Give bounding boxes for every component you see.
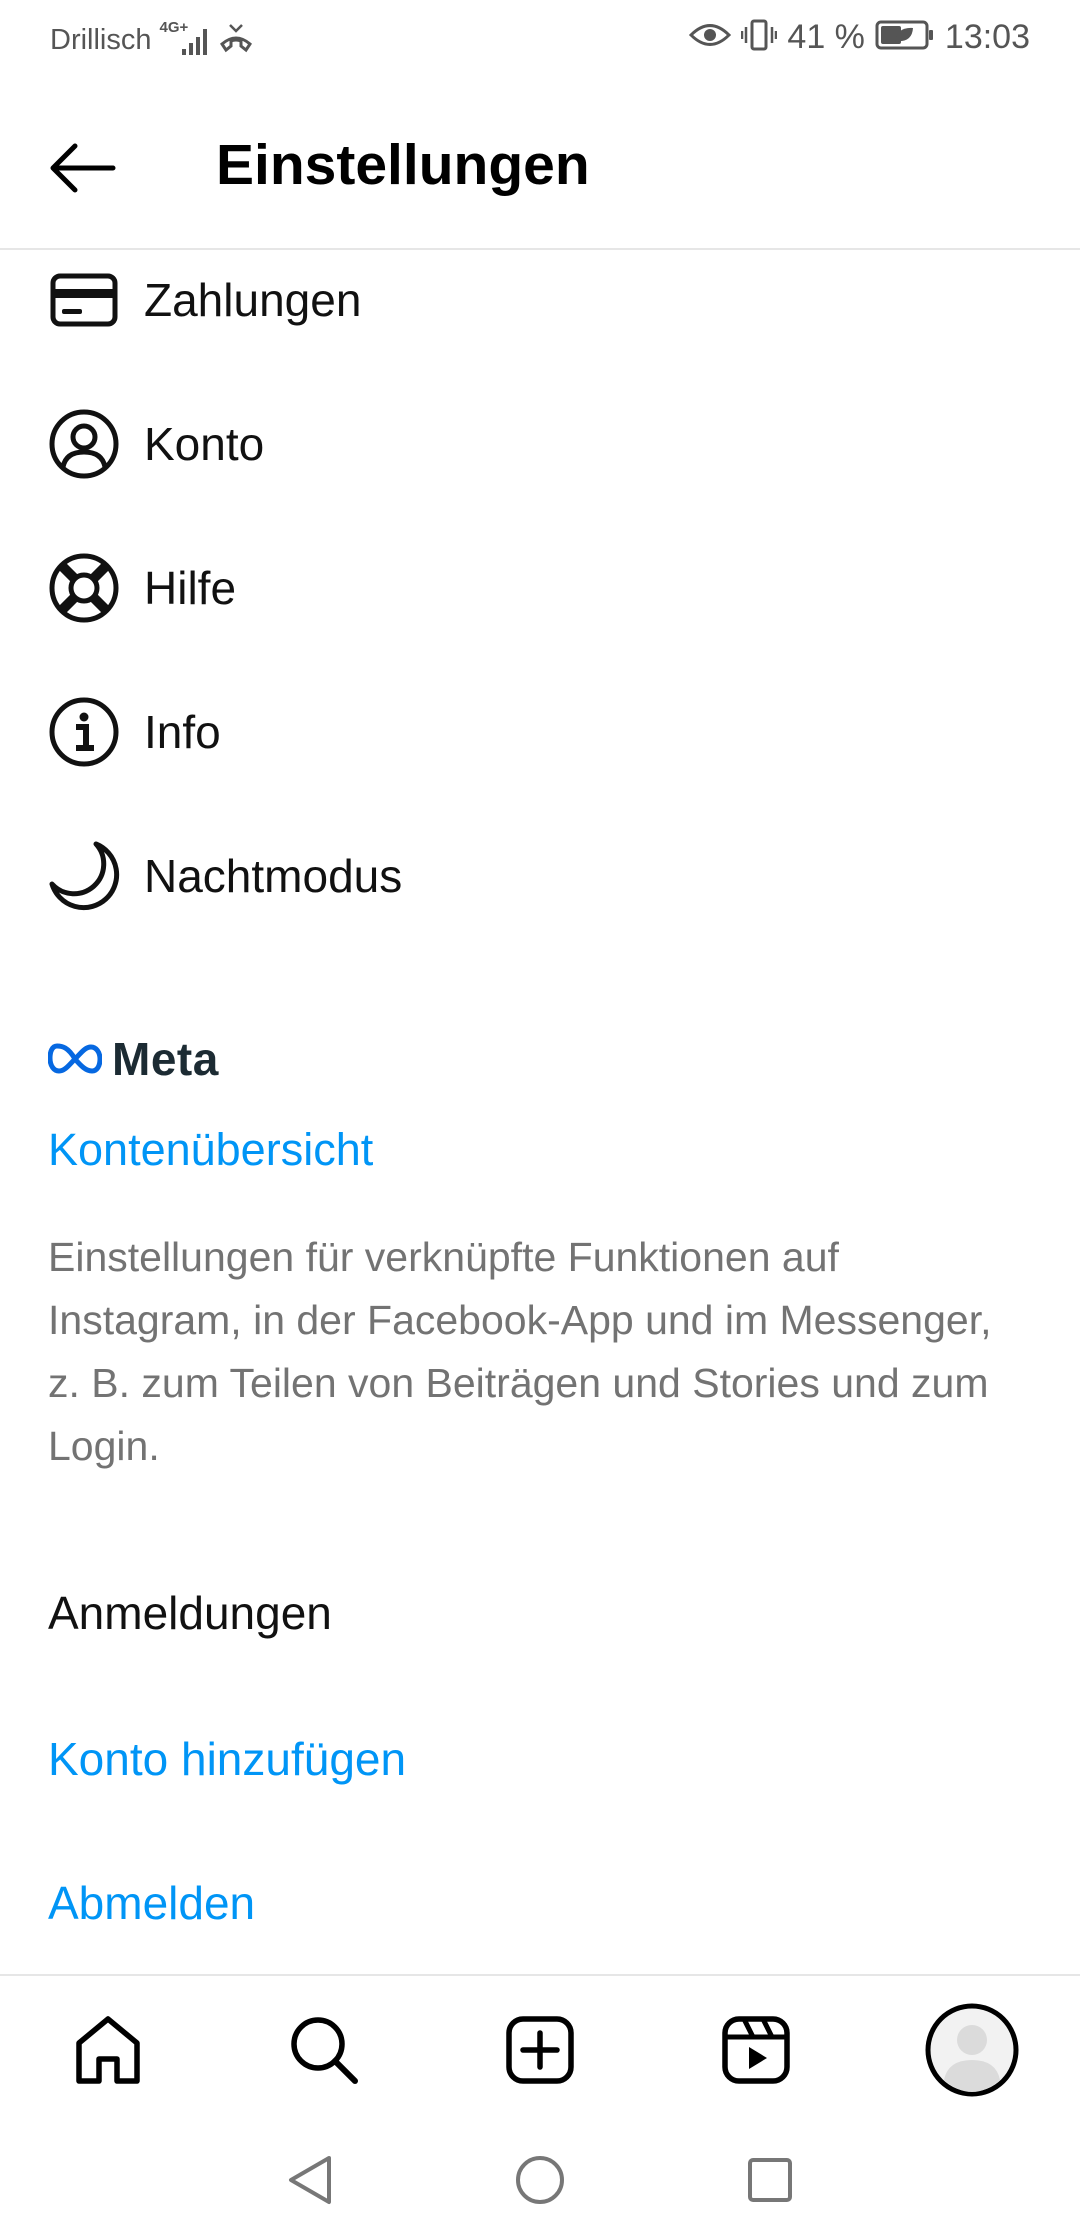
clock: 13:03 [944,18,1030,56]
menu-label: Zahlungen [144,274,362,326]
missed-call-icon [218,22,254,59]
search-icon [291,2017,358,2084]
recents-square-icon [748,2158,792,2202]
page-title: Einstellungen [216,133,590,197]
home-circle-icon [516,2156,564,2204]
accounts-center-description: Einstellungen für verknüpfte Funktionen … [48,1234,992,1469]
logout-link[interactable]: Abmelden [48,1876,255,1930]
system-navigation [0,2122,1080,2240]
eye-icon [689,20,732,55]
info-icon [46,694,122,770]
battery-saver-icon [875,19,935,56]
system-recents-button[interactable] [738,2148,802,2212]
app-header: Einstellungen [0,82,1080,250]
reels-icon [722,2016,790,2084]
home-icon [76,2016,140,2084]
home-tab[interactable] [56,1998,160,2102]
moon-icon [46,838,122,914]
meta-logo: Meta [48,1032,219,1086]
menu-item-account[interactable]: Konto [0,384,1080,504]
reels-tab[interactable] [704,1998,808,2102]
menu-label: Hilfe [144,562,237,614]
meta-infinity-icon [48,1043,102,1074]
status-left: Drillisch 4G+ [50,19,254,59]
signal-icon: 4G+ [160,19,210,57]
back-button[interactable] [40,126,124,210]
carrier-label: Drillisch [50,24,152,56]
create-post-icon [506,2016,574,2084]
back-triangle-icon [289,2156,331,2204]
arrow-left-icon [50,143,116,193]
system-back-button[interactable] [278,2148,342,2212]
menu-label: Konto [144,418,265,470]
user-circle-icon [46,406,122,482]
profile-avatar [925,2003,1019,2097]
menu-item-info[interactable]: Info [0,672,1080,792]
bottom-navigation [0,1974,1080,2122]
menu-label: Nachtmodus [144,850,403,902]
menu-item-help[interactable]: Hilfe [0,528,1080,648]
accounts-center-link[interactable]: Kontenübersicht [48,1124,373,1176]
vibrate-icon [741,18,778,57]
create-post-tab[interactable] [488,1998,592,2102]
search-tab[interactable] [272,1998,376,2102]
meta-logo-text: Meta [112,1033,219,1085]
lifebuoy-icon [46,550,122,626]
add-account-link[interactable]: Konto hinzufügen [48,1732,406,1786]
status-bar: Drillisch 4G+ 41 % 13:03 [0,0,1080,82]
logins-section-title: Anmeldungen [48,1587,332,1639]
battery-percent: 41 % [787,18,865,56]
system-home-button[interactable] [508,2148,572,2212]
menu-label: Info [144,706,221,758]
card-icon [46,262,122,338]
status-right: 41 % 13:03 [689,18,1030,57]
menu-item-night-mode[interactable]: Nachtmodus [0,816,1080,936]
menu-item-payments[interactable]: Zahlungen [0,240,1080,360]
profile-tab[interactable] [920,1998,1024,2102]
